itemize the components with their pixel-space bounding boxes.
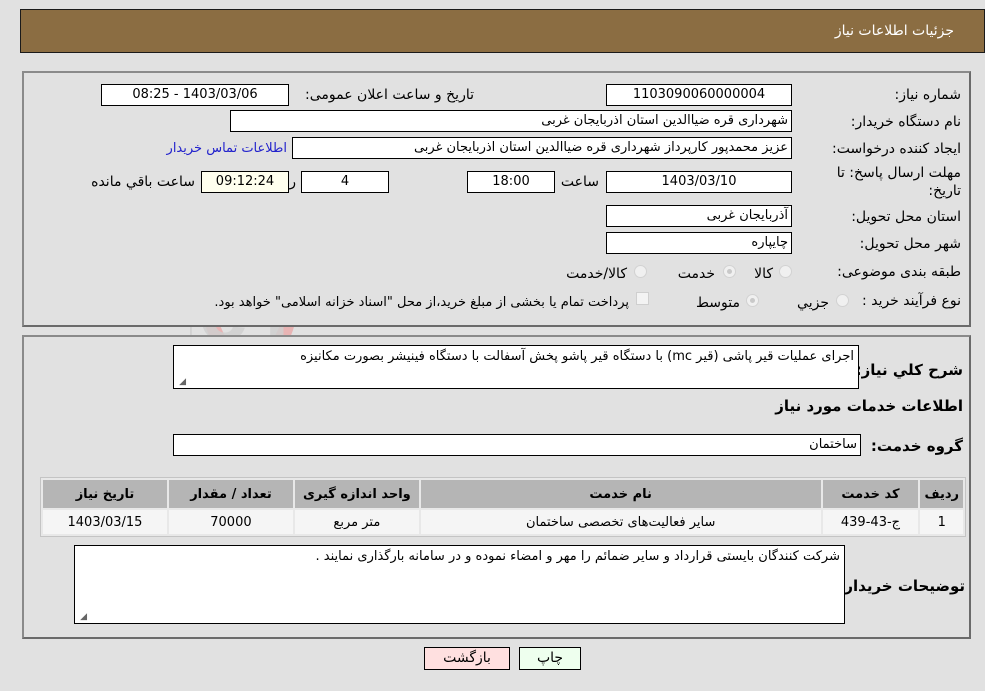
treasury-checkbox[interactable] bbox=[636, 292, 649, 305]
col-header-service-name: نام خدمت bbox=[420, 480, 821, 508]
page-title: جزئیات اطلاعات نیاز bbox=[834, 23, 954, 39]
cell-row-number: 1 bbox=[920, 510, 963, 534]
delivery-city-label: شهر محل تحویل: bbox=[859, 236, 961, 252]
table-row: 1 ج-43-439 سایر فعالیت‌های تخصصی ساختمان… bbox=[43, 510, 963, 534]
category-option-service: خدمت bbox=[677, 266, 715, 282]
cell-service-code: ج-43-439 bbox=[822, 510, 919, 534]
remaining-label: ساعت باقي مانده bbox=[91, 174, 195, 190]
col-header-need-date: تاریخ نیاز bbox=[43, 480, 167, 508]
announce-datetime-field: 1403/03/06 - 08:25 bbox=[101, 84, 289, 106]
purchase-type-label: نوع فرآیند خرید : bbox=[862, 293, 961, 309]
col-header-quantity: تعداد / مقدار bbox=[168, 480, 293, 508]
services-table: ردیف کد خدمت نام خدمت واحد اندازه گیری ت… bbox=[40, 477, 966, 537]
remaining-time-field: 09:12:24 bbox=[201, 171, 289, 193]
service-group-label: گروه خدمت: bbox=[870, 437, 963, 455]
category-option-goods: کالا bbox=[754, 266, 773, 282]
delivery-city-field: چایپاره bbox=[606, 232, 792, 254]
description-textarea[interactable]: اجرای عملیات قیر پاشی (قیر mc) با دستگاه… bbox=[173, 345, 859, 389]
need-details-panel: شرح کلي نیاز: اجرای عملیات قیر پاشی (قیر… bbox=[22, 335, 971, 639]
deadline-time-field: 18:00 bbox=[467, 171, 555, 193]
purchase-option-minor: جزیي bbox=[797, 295, 829, 311]
back-button[interactable]: بازگشت bbox=[424, 647, 510, 670]
category-radio-goods[interactable] bbox=[779, 265, 792, 278]
need-info-panel: شماره نیاز: 1103090060000004 تاریخ و ساع… bbox=[22, 71, 971, 327]
category-radio-service[interactable] bbox=[723, 265, 736, 278]
resize-grip-icon[interactable]: ◢ bbox=[176, 377, 186, 387]
need-number-label: شماره نیاز: bbox=[894, 87, 962, 103]
category-label: طبقه بندی موضوعی: bbox=[837, 264, 961, 280]
cell-need-date: 1403/03/15 bbox=[43, 510, 167, 534]
services-section-title: اطلاعات خدمات مورد نیاز bbox=[775, 397, 963, 415]
treasury-note: پرداخت تمام یا بخشی از مبلغ خرید،از محل … bbox=[214, 295, 629, 310]
cell-unit: متر مربع bbox=[294, 510, 419, 534]
col-header-unit: واحد اندازه گیری bbox=[294, 480, 419, 508]
deadline-label: مهلت ارسال پاسخ: تا bbox=[836, 165, 961, 181]
resize-grip-icon[interactable]: ◢ bbox=[77, 612, 87, 622]
cell-quantity: 70000 bbox=[168, 510, 293, 534]
buyer-org-field: شهرداری قره ضیاالدین استان اذربایجان غرب… bbox=[230, 110, 792, 132]
cell-service-name: سایر فعالیت‌های تخصصی ساختمان bbox=[420, 510, 821, 534]
description-text: اجرای عملیات قیر پاشی (قیر mc) با دستگاه… bbox=[300, 349, 854, 364]
service-group-field: ساختمان bbox=[173, 434, 861, 456]
purchase-radio-minor[interactable] bbox=[836, 294, 849, 307]
buyer-org-label: نام دستگاه خریدار: bbox=[850, 114, 961, 130]
table-header-row: ردیف کد خدمت نام خدمت واحد اندازه گیری ت… bbox=[43, 480, 963, 508]
deadline-time-label: ساعت bbox=[560, 174, 599, 190]
col-header-service-code: کد خدمت bbox=[822, 480, 919, 508]
print-button[interactable]: چاپ bbox=[519, 647, 581, 670]
category-radio-goods-service[interactable] bbox=[634, 265, 647, 278]
buyer-contact-link[interactable]: اطلاعات تماس خریدار bbox=[167, 141, 287, 156]
buyer-notes-label: توضیحات خریدار: bbox=[838, 577, 965, 595]
requester-field: عزیز محمدپور کارپرداز شهرداری قره ضیاالد… bbox=[292, 137, 792, 159]
requester-label: ایجاد کننده درخواست: bbox=[832, 141, 961, 157]
delivery-province-field: آذربایجان غربی bbox=[606, 205, 792, 227]
category-option-goods-service: کالا/خدمت bbox=[566, 266, 627, 282]
page-header: جزئیات اطلاعات نیاز bbox=[20, 9, 985, 53]
col-header-row-number: ردیف bbox=[920, 480, 963, 508]
buyer-notes-text: شرکت کنندگان بایستی قرارداد و سایر ضمائم… bbox=[315, 549, 840, 564]
need-number-field: 1103090060000004 bbox=[606, 84, 792, 106]
delivery-province-label: استان محل تحویل: bbox=[851, 209, 961, 225]
remaining-days-field: 4 bbox=[301, 171, 389, 193]
deadline-date-field: 1403/03/10 bbox=[606, 171, 792, 193]
deadline-label-2: تاریخ: bbox=[928, 183, 961, 199]
purchase-option-medium: متوسط bbox=[696, 295, 740, 311]
announce-datetime-label: تاریخ و ساعت اعلان عمومی: bbox=[305, 87, 474, 103]
purchase-radio-medium[interactable] bbox=[746, 294, 759, 307]
description-label: شرح کلي نیاز: bbox=[855, 361, 963, 379]
buyer-notes-textarea[interactable]: شرکت کنندگان بایستی قرارداد و سایر ضمائم… bbox=[74, 545, 845, 624]
